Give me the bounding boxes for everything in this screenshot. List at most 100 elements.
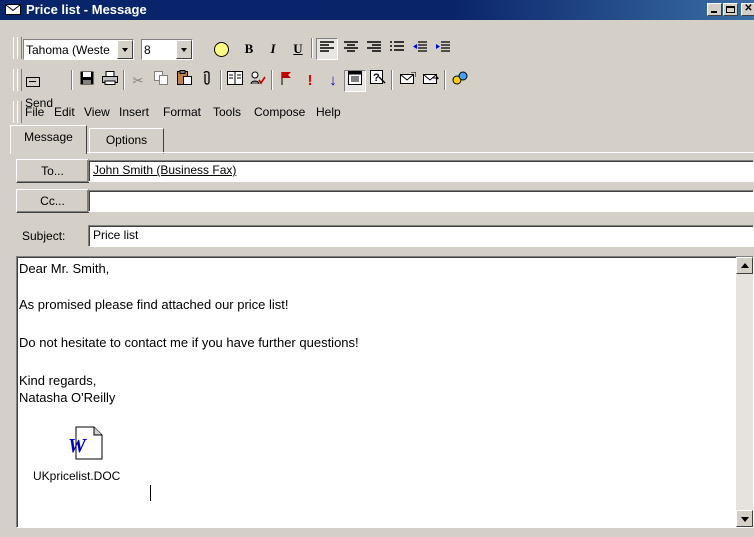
minimize-button[interactable] [707,3,722,16]
underline-button[interactable]: U [287,38,309,60]
clipboard-icon [176,70,192,85]
toolbar-grip[interactable] [17,101,22,123]
formatting-toolbar: Tahoma (Weste 8 B I U [0,34,754,64]
importance-high-button[interactable]: ! [299,70,321,92]
address-book-icon [227,71,243,85]
tab-panel-border [87,152,754,153]
close-button[interactable]: ✕ [741,3,754,16]
body-line: Kind regards, [19,373,97,388]
text-cursor [150,485,151,501]
body-line: Natasha O'Reilly [19,390,116,405]
align-left-button[interactable] [316,38,338,60]
font-name-value: Tahoma (Weste [26,43,110,57]
bullets-button[interactable] [386,38,408,60]
paste-button[interactable] [173,70,195,92]
save-icon [80,71,94,85]
chevron-down-icon[interactable] [117,40,133,59]
align-center-button[interactable] [340,38,362,60]
bullet-list-icon [390,41,404,51]
outdent-icon [413,41,427,52]
options-icon [348,71,362,85]
scroll-up-button[interactable] [736,257,753,274]
address-book-button[interactable] [224,70,246,92]
receipt-request-button[interactable] [420,70,442,92]
chevron-down-icon[interactable] [176,40,192,59]
importance-low-button[interactable]: ↓ [322,70,344,92]
standard-toolbar: Send ✂ ! ↓ ? [0,66,754,110]
toolbar-grip[interactable] [17,69,22,91]
to-recipient[interactable]: John Smith (Business Fax) [93,163,236,177]
message-body[interactable]: Dear Mr. Smith, As promised please find … [16,256,754,528]
chevron-down-icon [741,517,749,522]
subject-label: Subject: [22,229,66,243]
maximize-button[interactable] [723,3,738,16]
font-size-value: 8 [144,43,151,57]
assistant-button[interactable] [449,70,471,92]
font-name-select[interactable]: Tahoma (Weste [23,39,134,60]
indent-icon [436,41,450,52]
body-line: Do not hesitate to contact me if you hav… [19,335,359,350]
envelope-icon [5,4,21,15]
palette-icon [213,42,229,58]
body-line: As promised please find attached our pri… [19,297,289,312]
toolbar-grip[interactable] [17,37,22,59]
print-button[interactable] [99,70,121,92]
decrease-indent-button[interactable] [409,38,431,60]
to-button[interactable]: To... [16,159,89,183]
menu-help[interactable]: Help [316,105,341,119]
subject-field[interactable]: Price list [88,225,754,247]
window-title: Price list - Message [26,2,147,17]
menu-insert[interactable]: Insert [119,105,149,119]
menu-format[interactable]: Format [163,105,201,119]
copy-button[interactable] [150,70,172,92]
message-options-button[interactable] [344,70,366,92]
menu-edit[interactable]: Edit [54,105,75,119]
menu-compose[interactable]: Compose [254,105,305,119]
tab-options[interactable]: Options [89,128,164,154]
cc-field[interactable] [88,190,754,212]
attachment-filename: UKpricelist.DOC [33,469,121,483]
help-icon: ? [370,70,386,84]
vertical-scrollbar[interactable] [736,257,753,527]
align-left-icon [320,41,334,52]
follow-up-flag-button[interactable] [275,70,297,92]
cc-button[interactable]: Cc... [16,189,89,213]
to-field[interactable]: John Smith (Business Fax) [88,160,754,182]
copy-icon [154,71,168,85]
align-right-icon [367,41,381,52]
svg-text:W: W [68,435,87,457]
attachment[interactable]: W UKpricelist.DOC [33,422,143,492]
flag-icon [281,72,291,85]
word-document-icon: W [68,426,103,460]
assistant-icon [452,71,468,85]
align-center-icon [344,41,358,52]
send-icon [26,76,40,87]
title-bar[interactable]: Price list - Message ✕ [0,0,754,20]
send-button[interactable]: Send [23,70,69,110]
menu-tools[interactable]: Tools [213,105,241,119]
help-button[interactable]: ? [367,70,389,92]
cut-button[interactable]: ✂ [127,70,149,92]
chevron-up-icon [741,263,749,268]
scroll-down-button[interactable] [736,510,753,527]
body-line: Dear Mr. Smith, [19,261,110,276]
bold-button[interactable]: B [238,38,260,60]
font-color-button[interactable] [210,38,232,60]
font-size-select[interactable]: 8 [141,39,193,60]
increase-indent-button[interactable] [432,38,454,60]
paperclip-icon [203,71,210,85]
italic-button[interactable]: I [262,38,284,60]
align-right-button[interactable] [363,38,385,60]
check-names-button[interactable] [247,70,269,92]
insert-file-button[interactable] [196,70,218,92]
menu-file[interactable]: File [25,105,44,119]
save-button[interactable] [76,70,98,92]
menu-bar: File Edit View Insert Format Tools Compo… [0,98,754,126]
envelope-icon [400,71,417,84]
menu-view[interactable]: View [84,105,110,119]
tab-message[interactable]: Message [10,125,87,154]
envelope-arrow-icon [423,74,440,84]
envelope-options-button[interactable] [397,70,419,92]
printer-icon [102,71,118,85]
check-names-icon [250,71,266,85]
